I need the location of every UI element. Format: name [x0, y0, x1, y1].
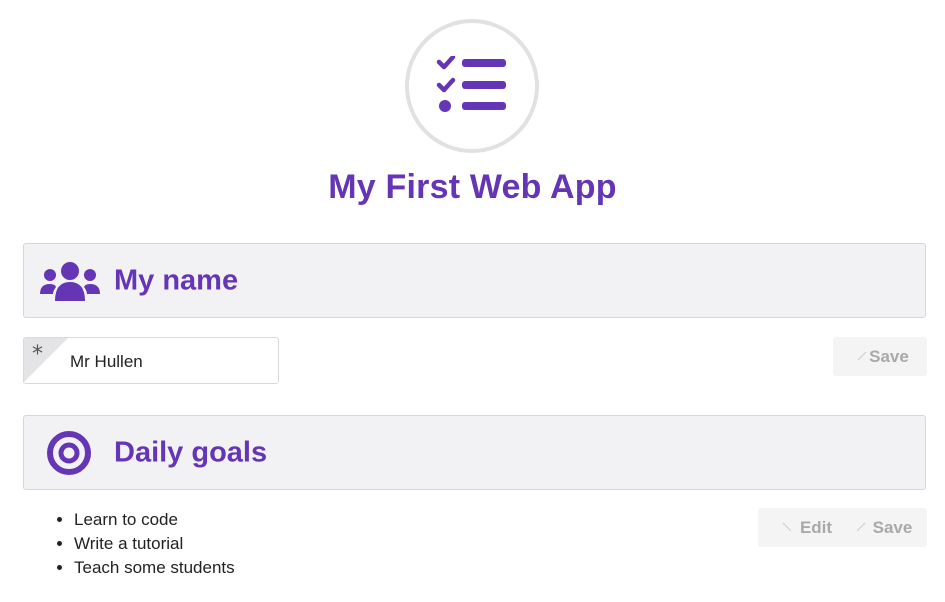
edit-goals-button[interactable]: Edit	[758, 508, 846, 547]
my-name-title: My name	[114, 264, 239, 296]
target-icon	[46, 430, 92, 476]
daily-goals-title: Daily goals	[114, 436, 268, 468]
pencil-icon	[782, 522, 792, 532]
checklist-icon	[436, 56, 506, 112]
name-input[interactable]	[68, 338, 272, 383]
required-corner	[24, 338, 68, 382]
list-item: Learn to code	[74, 508, 235, 532]
goals-actions: Edit Save	[758, 508, 927, 547]
page: My First Web App My name * Save	[0, 0, 945, 602]
list-item: Teach some students	[74, 556, 235, 580]
pencil-icon	[857, 351, 867, 361]
required-marker: *	[32, 342, 43, 367]
save-name-label: Save	[869, 346, 909, 366]
list-item: Write a tutorial	[74, 532, 235, 556]
edit-goals-label: Edit	[799, 517, 833, 537]
pencil-icon	[856, 522, 866, 532]
save-name-button[interactable]: Save	[833, 337, 927, 376]
name-actions: Save	[833, 337, 927, 376]
save-goals-button[interactable]: Save	[846, 508, 927, 547]
app-logo	[405, 19, 539, 153]
daily-goals-header: Daily goals	[23, 415, 926, 490]
save-goals-label: Save	[872, 517, 913, 537]
app-title: My First Web App	[328, 168, 617, 206]
users-icon	[40, 260, 100, 302]
name-field: *	[23, 337, 279, 384]
my-name-header: My name	[23, 243, 926, 318]
goals-list: Learn to code Write a tutorial Teach som…	[50, 508, 235, 580]
